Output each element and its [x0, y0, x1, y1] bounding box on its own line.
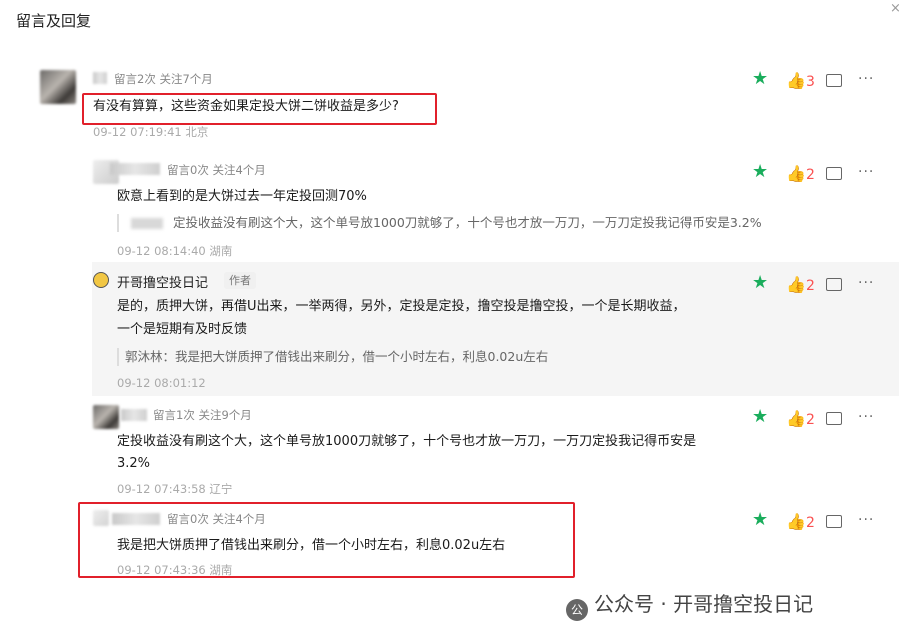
star-icon[interactable]: ★ — [752, 163, 768, 181]
avatar[interactable] — [93, 405, 119, 429]
comment-time: 09-12 08:01:12 — [117, 376, 206, 390]
star-icon[interactable]: ★ — [752, 511, 768, 529]
more-icon[interactable]: ··· — [858, 511, 874, 529]
comment-actions: ★ 👍 2 ··· — [752, 163, 882, 184]
comment-icon[interactable] — [826, 278, 842, 291]
comment-meta: 留言2次 关注7个月 — [114, 72, 213, 86]
wechat-logo-icon: 公 — [566, 599, 588, 621]
thumbs-up-icon[interactable]: 👍 — [786, 410, 806, 428]
star-icon[interactable]: ★ — [752, 274, 768, 292]
thumbs-up-icon[interactable]: 👍 — [786, 72, 806, 90]
highlight-box — [82, 93, 437, 125]
more-icon[interactable]: ··· — [858, 408, 874, 426]
panel-title: 留言及回复 — [16, 12, 92, 30]
user-nickname-blurred — [110, 163, 160, 175]
like-count: 2 — [806, 515, 815, 531]
like-count: 2 — [806, 167, 815, 183]
comment-text: 定投收益没有刷这个大，这个单号放1000刀就够了，十个号也才放一万刀，一万刀定投… — [117, 434, 697, 449]
comment-text: 欧意上看到的是大饼过去一年定投回测70% — [117, 189, 367, 204]
like-count: 2 — [806, 278, 815, 294]
quoted-text: 定投收益没有刷这个大，这个单号放1000刀就够了，十个号也才放一万刀，一万刀定投… — [117, 214, 762, 232]
more-icon[interactable]: ··· — [858, 274, 874, 292]
star-icon[interactable]: ★ — [752, 70, 768, 88]
star-icon[interactable]: ★ — [752, 408, 768, 426]
comment-time: 09-12 07:19:41 北京 — [93, 125, 209, 139]
like-count: 3 — [806, 74, 815, 90]
comment-icon[interactable] — [826, 167, 842, 180]
watermark-text: 公众号 · 开哥撸空投日记 — [594, 592, 814, 616]
comment-actions: ★ 👍 2 ··· — [752, 511, 882, 532]
comment-icon[interactable] — [826, 74, 842, 87]
thumbs-up-icon[interactable]: 👍 — [786, 513, 806, 531]
comment-time: 09-12 08:14:40 湖南 — [117, 244, 233, 258]
avatar[interactable] — [40, 70, 76, 104]
comment-actions: ★ 👍 2 ··· — [752, 408, 882, 429]
more-icon[interactable]: ··· — [858, 163, 874, 181]
comment-meta: 留言1次 关注9个月 — [153, 408, 252, 422]
comment-actions: ★ 👍 2 ··· — [752, 274, 882, 295]
comment-text: 是的，质押大饼，再借U出来，一举两得，另外，定投是定投，撸空投是撸空投，一个是长… — [117, 299, 686, 314]
comment-time: 09-12 07:43:58 辽宁 — [117, 482, 233, 496]
comment-actions: ★ 👍 3 ··· — [752, 70, 882, 91]
highlight-box — [78, 502, 575, 578]
comment-meta: 留言0次 关注4个月 — [167, 163, 266, 177]
thumbs-up-icon[interactable]: 👍 — [786, 276, 806, 294]
comment-icon[interactable] — [826, 515, 842, 528]
more-icon[interactable]: ··· — [858, 70, 874, 88]
close-icon[interactable]: × — [890, 2, 899, 15]
comment-text-continued: 3.2% — [117, 456, 151, 471]
author-badge: 作者 — [224, 272, 256, 289]
quoted-text: 郭沐林：我是把大饼质押了借钱出来刷分，借一个小时左右，利息0.02u左右 — [117, 348, 548, 366]
comment-icon[interactable] — [826, 412, 842, 425]
watermark: 公公众号 · 开哥撸空投日记 — [566, 588, 813, 621]
thumbs-up-icon[interactable]: 👍 — [786, 165, 806, 183]
comment-text-continued: 一个是短期有及时反馈 — [117, 322, 248, 337]
author-avatar[interactable] — [93, 272, 109, 288]
user-nickname-blurred — [93, 72, 107, 84]
author-nickname[interactable]: 开哥撸空投日记 — [117, 272, 208, 291]
like-count: 2 — [806, 412, 815, 428]
user-nickname-blurred — [121, 409, 147, 421]
